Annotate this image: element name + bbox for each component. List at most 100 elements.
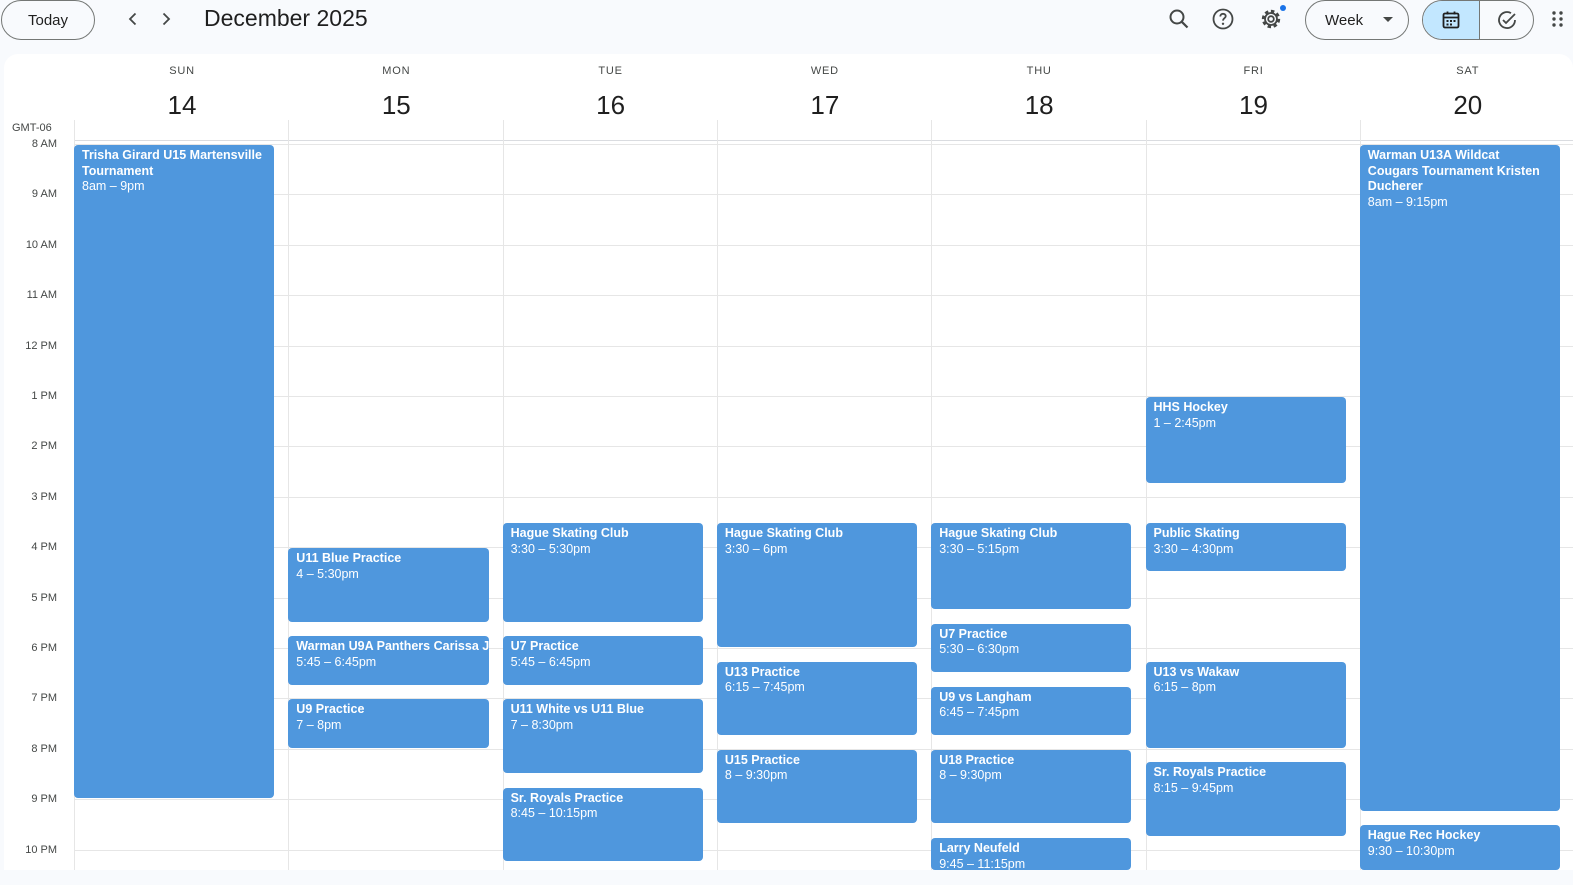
calendar-event[interactable]: Warman U13A Wildcat Cougars Tournament K… bbox=[1359, 145, 1561, 811]
hour-gridline bbox=[74, 396, 1573, 397]
event-time: 8 – 9:30pm bbox=[724, 768, 788, 783]
day-number-button[interactable]: 15 bbox=[289, 90, 503, 121]
calendar-event[interactable]: U9 Practice 7 – 8pm bbox=[288, 699, 489, 748]
hour-label: 9 AM bbox=[4, 188, 57, 201]
event-time: 8 – 9:30pm bbox=[939, 768, 1002, 783]
event-time: 3:30 – 6pm bbox=[724, 541, 788, 556]
apps-button[interactable] bbox=[1546, 3, 1570, 35]
event-time: 5:30 – 6:30pm bbox=[939, 642, 1020, 657]
previous-week-button[interactable] bbox=[117, 3, 149, 35]
help-button[interactable] bbox=[1207, 3, 1239, 35]
tasks-view-button[interactable] bbox=[1479, 1, 1533, 39]
day-of-week-label: WED bbox=[810, 65, 839, 77]
hour-label: 5 PM bbox=[4, 591, 57, 604]
calendar-event[interactable]: HHS Hockey 1 – 2:45pm bbox=[1145, 397, 1346, 484]
caret-down-icon bbox=[1383, 17, 1394, 22]
event-time: 4 – 5:30pm bbox=[296, 566, 359, 581]
event-title: Sr. Royals Practice bbox=[510, 790, 624, 805]
calendar-event[interactable]: Sr. Royals Practice 8:45 – 10:15pm bbox=[502, 787, 703, 862]
calendar-event[interactable]: Sr. Royals Practice 8:15 – 9:45pm bbox=[1145, 762, 1346, 836]
chevron-left-icon bbox=[128, 12, 137, 26]
event-title: Warman U13A Wildcat Cougars Tournament K… bbox=[1367, 148, 1540, 193]
top-bar: Today December 2025 Week bbox=[0, 0, 1573, 40]
event-time: 8am – 9:15pm bbox=[1367, 194, 1448, 209]
event-time: 5:45 – 6:45pm bbox=[510, 654, 591, 669]
event-title: Hague Rec Hockey bbox=[1367, 828, 1481, 843]
event-title: Hague Skating Club bbox=[510, 526, 629, 540]
column-divider bbox=[1145, 120, 1147, 870]
hour-label: 10 AM bbox=[4, 238, 57, 251]
calendar-view-button[interactable] bbox=[1423, 1, 1480, 39]
event-title: U13 Practice bbox=[724, 664, 800, 679]
event-title: Hague Skating Club bbox=[724, 526, 843, 540]
event-time: 9:45 – 11:15pm bbox=[939, 856, 1026, 871]
hour-label: 1 PM bbox=[4, 390, 57, 402]
search-button[interactable] bbox=[1163, 3, 1195, 35]
event-time: 8am – 9pm bbox=[82, 179, 145, 193]
event-time: 8:45 – 10:15pm bbox=[510, 806, 598, 821]
settings-button[interactable] bbox=[1255, 3, 1287, 35]
calendar-event[interactable]: Public Skating 3:30 – 4:30pm bbox=[1145, 523, 1346, 572]
event-time: 5:45 – 6:45pm bbox=[296, 654, 377, 669]
calendar-event[interactable]: U9 vs Langham 6:45 – 7:45pm bbox=[931, 686, 1132, 736]
calendar-event[interactable]: U11 White vs U11 Blue 7 – 8:30pm bbox=[502, 699, 703, 773]
day-number-button[interactable]: 18 bbox=[932, 90, 1146, 121]
header-separator bbox=[74, 140, 1573, 141]
timezone-label: GMT-06 bbox=[12, 122, 52, 134]
day-of-week-label: MON bbox=[382, 65, 411, 77]
calendar-event[interactable]: U11 Blue Practice 4 – 5:30pm bbox=[288, 548, 489, 622]
event-time: 3:30 – 5:30pm bbox=[510, 541, 591, 556]
hour-label: 8 PM bbox=[4, 742, 57, 755]
calendar-event[interactable]: U7 Practice 5:30 – 6:30pm bbox=[931, 623, 1132, 673]
day-number-button[interactable]: 20 bbox=[1361, 90, 1573, 121]
calendar-event[interactable]: Trisha Girard U15 Martensville Tournamen… bbox=[74, 145, 275, 799]
day-of-week-label: SAT bbox=[1456, 65, 1480, 77]
calendar-event[interactable]: Hague Rec Hockey 9:30 – 10:30pm bbox=[1359, 825, 1561, 870]
hour-label: 4 PM bbox=[4, 541, 57, 554]
calendar-event[interactable]: U15 Practice 8 – 9:30pm bbox=[716, 749, 918, 824]
calendar-event[interactable]: Hague Skating Club 3:30 – 5:15pm bbox=[931, 523, 1132, 610]
event-time: 6:45 – 7:45pm bbox=[939, 705, 1020, 720]
hour-gridline bbox=[74, 345, 1573, 347]
hour-label: 11 AM bbox=[4, 289, 57, 302]
event-title: Public Skating bbox=[1153, 526, 1240, 540]
day-of-week-label: SUN bbox=[169, 65, 195, 77]
view-selector[interactable]: Week bbox=[1305, 0, 1409, 40]
event-time: 1 – 2:45pm bbox=[1153, 415, 1217, 430]
calendar-event[interactable]: Hague Skating Club 3:30 – 5:30pm bbox=[502, 523, 703, 622]
column-divider bbox=[288, 120, 290, 870]
apps-icon bbox=[1552, 11, 1563, 27]
day-number-button[interactable]: 19 bbox=[1147, 90, 1361, 121]
day-of-week-label: TUE bbox=[598, 65, 623, 77]
event-time: 6:15 – 7:45pm bbox=[724, 680, 805, 695]
event-title: U11 White vs U11 Blue bbox=[510, 702, 644, 717]
event-time: 9:30 – 10:30pm bbox=[1367, 843, 1455, 858]
day-number-button[interactable]: 16 bbox=[504, 90, 718, 121]
calendar-event[interactable]: U13 Practice 6:15 – 7:45pm bbox=[716, 661, 918, 736]
event-title: U9 vs Langham bbox=[939, 689, 1032, 704]
hour-label: 6 PM bbox=[4, 642, 57, 654]
event-time: 6:15 – 8pm bbox=[1153, 680, 1217, 695]
calendar-event[interactable]: Larry Neufeld 9:45 – 11:15pm bbox=[931, 838, 1132, 871]
calendar-event[interactable]: U7 Practice 5:45 – 6:45pm bbox=[502, 636, 703, 685]
calendar-event[interactable]: U18 Practice 8 – 9:30pm bbox=[931, 749, 1132, 824]
next-week-button[interactable] bbox=[150, 3, 182, 35]
chevron-right-icon bbox=[162, 12, 171, 26]
view-selector-label: Week bbox=[1325, 11, 1364, 29]
hour-gridline bbox=[74, 244, 1573, 246]
event-time: 7 – 8pm bbox=[296, 717, 342, 732]
calendar-event[interactable]: U13 vs Wakaw 6:15 – 8pm bbox=[1145, 661, 1346, 748]
calendar-event[interactable]: Hague Skating Club 3:30 – 6pm bbox=[716, 523, 918, 647]
hour-gridline bbox=[74, 144, 1573, 145]
calendar-event[interactable]: Warman U9A Panthers Carissa J 5:45 – 6:45… bbox=[288, 636, 489, 685]
today-button[interactable]: Today bbox=[1, 0, 95, 40]
event-time: 7 – 8:30pm bbox=[510, 717, 574, 732]
hour-label: 10 PM bbox=[4, 843, 57, 856]
event-title: Sr. Royals Practice bbox=[1153, 765, 1267, 780]
hour-label: 12 PM bbox=[4, 339, 57, 352]
event-time: 3:30 – 4:30pm bbox=[1153, 541, 1234, 556]
hour-label: 2 PM bbox=[4, 440, 57, 453]
day-number-button[interactable]: 17 bbox=[718, 90, 932, 121]
day-number-button[interactable]: 14 bbox=[75, 90, 289, 121]
tasks-icon bbox=[1497, 11, 1516, 29]
